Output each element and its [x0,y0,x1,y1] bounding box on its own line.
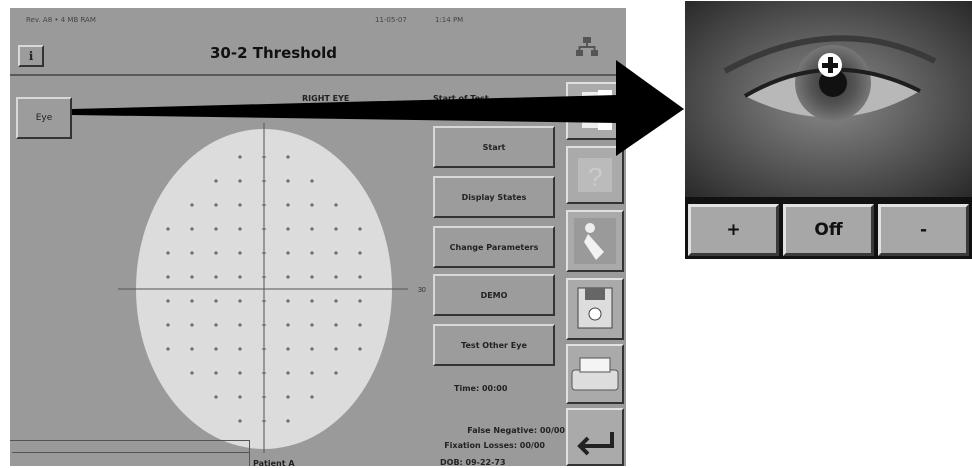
zoom-in-button[interactable]: + [688,204,779,256]
eye-camera-panel: + Off - [685,1,972,259]
fixation-cross-icon [818,53,842,77]
camera-off-button[interactable]: Off [783,204,874,256]
eye-camera-view [685,1,972,197]
zoom-out-button[interactable]: - [878,204,969,256]
